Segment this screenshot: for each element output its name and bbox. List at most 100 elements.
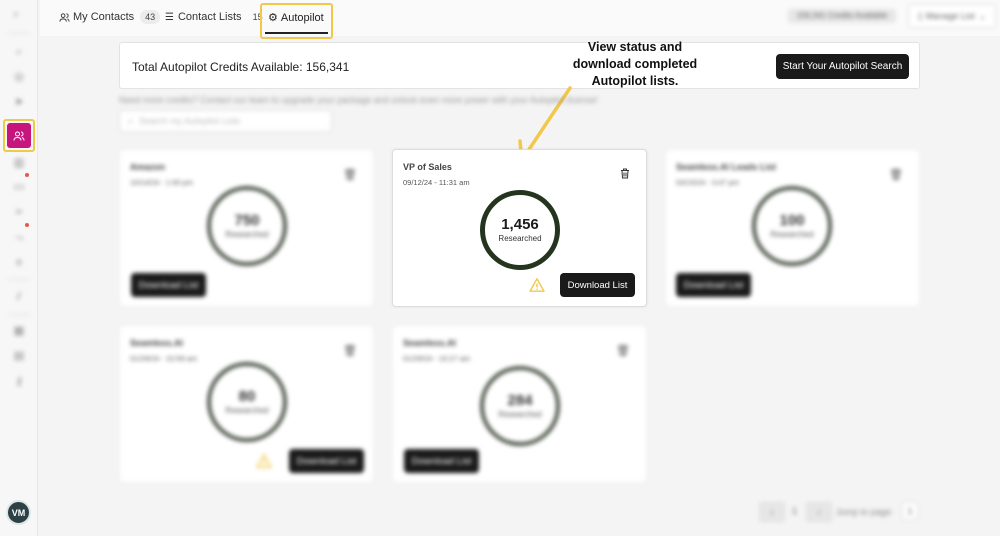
notification-dot (25, 173, 29, 177)
card-date: 10/14/24 - 1:00 pm (130, 178, 193, 187)
sidebar-item-contacts-highlight (3, 119, 35, 152)
gear-icon: ⚙ (268, 12, 278, 24)
trash-icon[interactable] (620, 168, 630, 182)
tab-label: Contact Lists (177, 11, 242, 23)
card-date: 03/15/24 - 3:47 pm (676, 178, 739, 187)
researched-ring: 80 Researched (207, 362, 287, 442)
card-name: Seamless.AI (403, 338, 457, 348)
warning-icon (256, 454, 272, 468)
sidebar-divider (8, 314, 30, 315)
researched-ring: 100 Researched (752, 186, 832, 266)
sidebar-item-contacts[interactable] (7, 123, 31, 148)
download-list-button[interactable]: Download List (131, 273, 206, 297)
researched-count: 284 (507, 392, 533, 409)
jump-to-page-input[interactable]: 1 (902, 502, 918, 520)
trash-icon[interactable]: 🗑 (343, 344, 357, 357)
search-icon: ⌕ (128, 115, 134, 126)
workflow-icon[interactable]: ⤳ (12, 231, 26, 245)
researched-ring: 1,456 Researched (480, 190, 560, 270)
manage-list-button[interactable]: ▯ Manage List ⌄ (908, 4, 996, 28)
trash-icon[interactable]: 🗑 (889, 168, 903, 181)
card-name: Seamless.AI (130, 338, 184, 348)
list-icon[interactable]: ≡ (12, 256, 26, 270)
download-list-button[interactable]: Download List (404, 449, 479, 473)
tab-my-contacts[interactable]: My Contacts 43 (59, 9, 161, 25)
autopilot-card: Seamless.AI Leads List 03/15/24 - 3:47 p… (665, 149, 920, 307)
researched-label: Researched (225, 230, 269, 239)
tab-contact-lists[interactable]: ☰ Contact Lists 15 (165, 9, 268, 25)
sidebar: » ⌕ ◎ ➤ ▥ ▭ ➢ ⤳ ≡ ⫽ ▦ ▤ ⚷ VM (0, 0, 38, 536)
researched-label: Researched (498, 410, 542, 419)
autopilot-card: Seamless.AI 01/29/24 - 10:59 am 🗑 80 Res… (119, 325, 374, 483)
menu-collapse-icon[interactable]: » (13, 9, 19, 20)
researched-count: 100 (779, 212, 805, 229)
researched-label: Researched (225, 406, 269, 415)
trash-icon[interactable]: 🗑 (343, 168, 357, 181)
tab-autopilot[interactable]: ⚙ Autopilot (268, 11, 324, 25)
prev-page-button[interactable]: ‹ (759, 502, 785, 522)
start-autopilot-search-button[interactable]: Start Your Autopilot Search (776, 54, 909, 79)
search-icon[interactable]: ⌕ (12, 45, 26, 59)
card-date: 01/29/24 - 10:27 am (403, 354, 471, 363)
card-name: Seamless.AI Leads List (676, 162, 777, 172)
avatar[interactable]: VM (6, 500, 31, 525)
card-date: 09/12/24 - 11:31 am (403, 178, 470, 187)
credits-pill: 156,341 Credits Available (788, 9, 896, 23)
top-tab-bar: My Contacts 43 ☰ Contact Lists 15 ⚙ Auto… (40, 0, 1000, 39)
document-icon: ▯ (917, 10, 923, 21)
inbox-icon[interactable]: ▭ (12, 180, 26, 194)
grid-icon[interactable]: ▦ (12, 324, 26, 338)
search-placeholder: Search my Autopilot Lists (139, 116, 241, 126)
researched-ring: 750 Researched (207, 186, 287, 266)
credits-text: Total Autopilot Credits Available: 156,3… (132, 60, 350, 74)
manage-list-label: Manage List (925, 11, 975, 21)
card-date: 01/29/24 - 10:59 am (130, 354, 198, 363)
send-icon[interactable]: ➤ (12, 95, 26, 109)
sidebar-divider (8, 279, 30, 280)
current-page-number: 1 (792, 506, 798, 516)
download-list-button[interactable]: Download List (289, 449, 364, 473)
researched-count: 80 (238, 388, 256, 405)
annotation-callout: View status and download completed Autop… (552, 39, 718, 90)
users-icon (13, 131, 25, 141)
users-icon (59, 12, 70, 22)
tab-autopilot-highlight: ⚙ Autopilot (260, 3, 333, 39)
researched-label: Researched (498, 234, 542, 243)
tab-count-badge: 43 (140, 10, 161, 24)
compass-icon[interactable]: ◎ (12, 70, 26, 84)
building-icon[interactable]: ▥ (12, 156, 26, 170)
trash-icon-glyph (621, 168, 629, 179)
researched-label: Researched (770, 230, 814, 239)
analytics-icon[interactable]: ⫽ (12, 290, 26, 304)
annotation-line: download completed (572, 57, 698, 71)
avatar-initials: VM (11, 507, 26, 518)
researched-count: 750 (234, 212, 260, 229)
credits-banner: Total Autopilot Credits Available: 156,3… (119, 42, 920, 89)
card-name: Amazon (130, 162, 166, 172)
sidebar-divider (8, 33, 30, 34)
download-list-button[interactable]: Download List (676, 273, 751, 297)
warning-icon (529, 278, 545, 292)
list-icon: ☰ (165, 11, 174, 23)
jump-to-page-label: Jump to page: (836, 507, 894, 517)
search-input[interactable]: ⌕ Search my Autopilot Lists (119, 110, 332, 132)
researched-count: 1,456 (501, 216, 539, 233)
next-page-button[interactable]: › (806, 502, 832, 522)
card-name: VP of Sales (403, 162, 452, 172)
autopilot-card: Amazon 10/14/24 - 1:00 pm 🗑 750 Research… (119, 149, 374, 307)
chevron-down-icon: ⌄ (978, 10, 987, 21)
key-icon[interactable]: ⚷ (12, 375, 26, 389)
autopilot-card: VP of Sales 09/12/24 - 11:31 am 1,456 Re… (392, 149, 647, 307)
download-list-button[interactable]: Download List (560, 273, 635, 297)
table-icon[interactable]: ▤ (12, 349, 26, 363)
tab-label: My Contacts (73, 11, 135, 23)
tab-label: Autopilot (280, 11, 324, 24)
annotation-line: View status and (587, 40, 683, 54)
active-tab-underline (265, 32, 328, 34)
paper-plane-icon[interactable]: ➢ (12, 205, 26, 219)
autopilot-card: Seamless.AI 01/29/24 - 10:27 am 🗑 284 Re… (392, 325, 647, 483)
trash-icon[interactable]: 🗑 (616, 344, 630, 357)
notification-dot (25, 223, 29, 227)
researched-ring: 284 Researched (480, 366, 560, 446)
help-text: Need more credits? Contact our team to u… (119, 95, 598, 105)
